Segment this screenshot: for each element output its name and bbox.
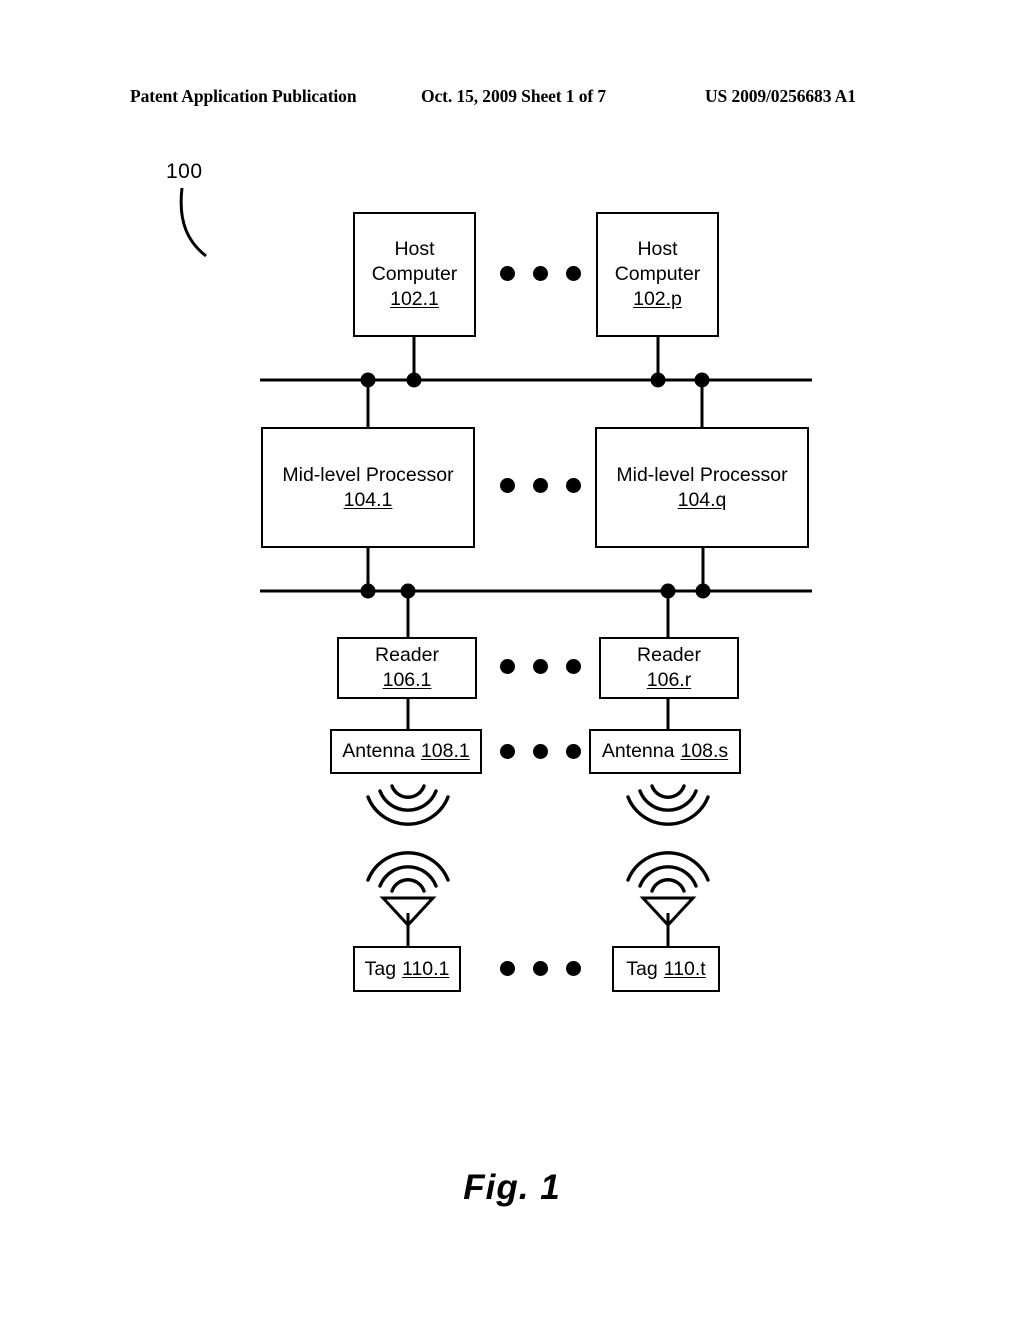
junction-dot-lower-right-a xyxy=(660,583,676,599)
junction-dot-upper-left-a xyxy=(360,372,376,388)
host-b-label-line1: Host xyxy=(637,238,678,260)
antenna-a-label: Antenna xyxy=(342,740,415,762)
figure-caption: Fig. 1 xyxy=(463,1168,561,1207)
header-publication-title: Patent Application Publication xyxy=(130,86,357,106)
rf-waves-up-tag-a xyxy=(366,851,450,893)
ellipsis-dot xyxy=(500,659,515,674)
ellipsis-dot xyxy=(566,744,581,759)
ellipsis-dot xyxy=(533,478,548,493)
junction-dot-upper-right-a xyxy=(650,372,666,388)
junction-dot-upper-left-b xyxy=(406,372,422,388)
tag-a-label: Tag xyxy=(364,957,397,980)
tag-b-antenna-symbol xyxy=(639,896,697,928)
junction-dot-lower-left-b xyxy=(400,583,416,599)
node-mid-level-processor-104-1[interactable]: Mid-level Processor 104.1 xyxy=(261,427,475,548)
mlp-a-reference-number: 104.1 xyxy=(343,488,393,511)
ellipsis-dot xyxy=(566,961,581,976)
ellipsis-dot xyxy=(533,961,548,976)
ellipsis-dot xyxy=(533,659,548,674)
mlp-b-reference-number: 104.q xyxy=(677,488,727,511)
patent-figure-page: Patent Application Publication Oct. 15, … xyxy=(0,0,1024,1320)
ellipsis-reader-row xyxy=(500,659,581,674)
rf-waves-down-antenna-a xyxy=(366,784,450,826)
ellipsis-dot xyxy=(533,266,548,281)
tag-b-label: Tag xyxy=(626,957,658,980)
tag-a-reference-number: 110.1 xyxy=(402,957,450,980)
node-host-computer-102-1[interactable]: Host Computer 102.1 xyxy=(353,212,476,337)
ellipsis-dot xyxy=(500,744,515,759)
mlp-a-label: Mid-level Processor xyxy=(282,463,454,486)
ellipsis-dot xyxy=(500,266,515,281)
host-a-reference-number: 102.1 xyxy=(390,288,439,310)
node-reader-106-r[interactable]: Reader 106.r xyxy=(599,637,739,699)
ellipsis-dot xyxy=(566,659,581,674)
ellipsis-host-row xyxy=(500,266,581,281)
node-antenna-108-s[interactable]: Antenna 108.s xyxy=(589,729,741,774)
rf-waves-down-antenna-b xyxy=(626,784,710,826)
antenna-b-label: Antenna xyxy=(601,740,675,762)
header-date-sheet: Oct. 15, 2009 Sheet 1 of 7 xyxy=(421,86,607,106)
ellipsis-tag-row xyxy=(500,961,581,976)
system-reference-leader-line xyxy=(179,187,207,258)
junction-dot-lower-left-a xyxy=(360,583,376,599)
page-header: Patent Application Publication Oct. 15, … xyxy=(0,86,1024,112)
mlp-b-label: Mid-level Processor xyxy=(616,463,788,486)
host-a-label-line1: Host xyxy=(394,238,435,260)
node-antenna-108-1[interactable]: Antenna 108.1 xyxy=(330,729,482,774)
node-reader-106-1[interactable]: Reader 106.1 xyxy=(337,637,477,699)
ellipsis-dot xyxy=(500,961,515,976)
reader-b-label: Reader xyxy=(637,644,701,666)
junction-dot-upper-right-b xyxy=(694,372,710,388)
antenna-a-reference-number: 108.1 xyxy=(420,740,470,762)
header-patent-number: US 2009/0256683 A1 xyxy=(705,86,856,106)
rf-waves-up-tag-b xyxy=(626,851,710,893)
node-mid-level-processor-104-q[interactable]: Mid-level Processor 104.q xyxy=(595,427,809,548)
ellipsis-dot xyxy=(533,744,548,759)
tag-a-antenna-symbol xyxy=(379,896,437,928)
host-b-reference-number: 102.p xyxy=(633,288,682,310)
node-host-computer-102-p[interactable]: Host Computer 102.p xyxy=(596,212,719,337)
ellipsis-antenna-row xyxy=(500,744,581,759)
antenna-b-reference-number: 108.s xyxy=(680,740,729,762)
host-b-label-line2: Computer xyxy=(614,263,701,285)
system-reference-numeral: 100 xyxy=(166,160,203,183)
node-tag-110-t[interactable]: Tag 110.t xyxy=(612,946,720,992)
ellipsis-dot xyxy=(566,478,581,493)
tag-b-reference-number: 110.t xyxy=(663,957,706,980)
ellipsis-dot xyxy=(500,478,515,493)
reader-b-reference-number: 106.r xyxy=(646,669,692,691)
reader-a-label: Reader xyxy=(375,644,439,666)
junction-dot-lower-right-b xyxy=(695,583,711,599)
node-tag-110-1[interactable]: Tag 110.1 xyxy=(353,946,461,992)
ellipsis-mid-level-row xyxy=(500,478,581,493)
host-a-label-line2: Computer xyxy=(371,263,458,285)
reader-a-reference-number: 106.1 xyxy=(382,669,432,691)
ellipsis-dot xyxy=(566,266,581,281)
